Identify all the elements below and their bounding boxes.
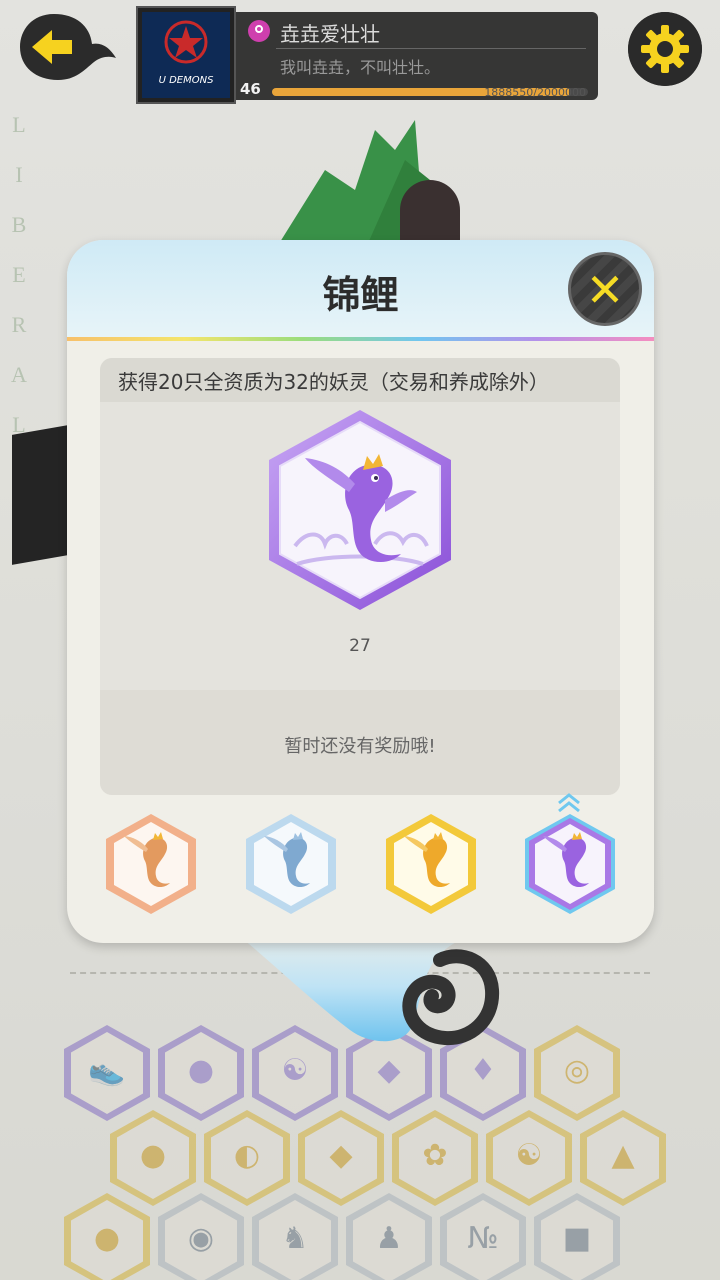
player-level: 46 xyxy=(240,80,261,98)
tier-medal-silver[interactable] xyxy=(244,812,338,916)
back-button[interactable] xyxy=(18,12,118,82)
modal-header: 锦鲤 xyxy=(67,240,654,337)
avatar-caption: U DEMONS xyxy=(158,75,214,86)
achievement-description: 获得20只全资质为32的妖灵（交易和养成除外） xyxy=(118,370,549,394)
tier-medal-purple[interactable] xyxy=(523,812,617,916)
description-bar: 获得20只全资质为32的妖灵（交易和养成除外） xyxy=(100,358,620,402)
star-logo-icon xyxy=(164,20,208,64)
progress-count: 27 xyxy=(349,636,371,656)
close-button[interactable]: ✕ xyxy=(568,252,642,326)
female-icon xyxy=(248,20,270,42)
divider xyxy=(276,48,586,49)
close-icon: ✕ xyxy=(585,263,625,317)
achievement-modal: 锦鲤 获得20只全资质为32的妖灵（交易和养成除外） 27 暂时还没有奖励哦! xyxy=(67,240,654,943)
player-name: 垚垚爱壮壮 xyxy=(280,22,380,46)
modal-title: 锦鲤 xyxy=(322,273,399,317)
profile-panel[interactable]: 垚垚爱壮壮 我叫垚垚，不叫壮壮。 46 1888550/2000000 xyxy=(236,12,598,100)
tier-medal-gold[interactable] xyxy=(384,812,478,916)
achievement-card: 获得20只全资质为32的妖灵（交易和养成除外） 27 暂时还没有奖励哦! xyxy=(100,358,620,795)
header-rainbow-strip xyxy=(67,337,654,341)
reward-section: 暂时还没有奖励哦! xyxy=(100,690,620,795)
koi-medal-large xyxy=(269,410,451,610)
settings-button[interactable] xyxy=(628,12,702,86)
xp-text: 1888550/2000000 xyxy=(484,86,586,99)
reward-text: 暂时还没有奖励哦! xyxy=(284,736,436,757)
player-signature: 我叫垚垚，不叫壮壮。 xyxy=(280,58,441,77)
avatar[interactable]: U DEMONS xyxy=(138,8,234,102)
current-tier-indicator-icon xyxy=(558,793,580,813)
tier-medal-bronze[interactable] xyxy=(104,812,198,916)
